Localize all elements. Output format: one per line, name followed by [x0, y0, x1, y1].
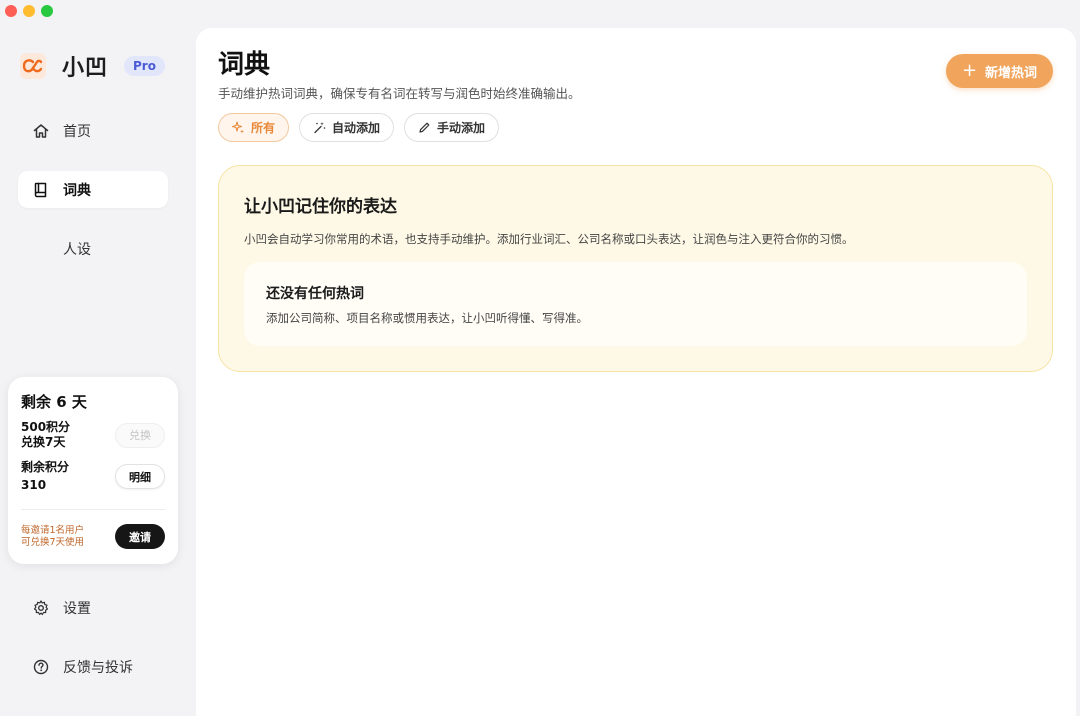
filter-tabs: 所有 自动添加 手动添加 — [218, 113, 500, 142]
remaining-points: 剩余积分 310 — [21, 460, 69, 493]
hero-description: 小凹会自动学习你常用的术语，也支持手动维护。添加行业词汇、公司名称或口头表达，让… — [244, 232, 854, 246]
gear-icon — [32, 599, 50, 617]
plus-icon: + — [961, 60, 978, 81]
filter-label: 手动添加 — [437, 121, 486, 135]
filter-manual-added[interactable]: 手动添加 — [404, 113, 500, 142]
add-hotword-label: 新增热词 — [985, 65, 1038, 81]
remaining-days: 剩余 6 天 — [21, 393, 87, 411]
page-title: 词典 — [218, 50, 271, 80]
details-button[interactable]: 明细 — [115, 464, 165, 489]
divider — [21, 509, 165, 510]
sidebar-item-settings[interactable]: 设置 — [18, 589, 168, 626]
add-hotword-button[interactable]: + 新增热词 — [946, 54, 1053, 88]
invite-promo-line: 每邀请1名用户 — [21, 524, 85, 536]
credits-card: 剩余 6 天 500积分 兑换7天 兑换 剩余积分 310 明细 每邀请1名用户… — [8, 377, 178, 564]
remaining-points-value: 310 — [21, 478, 47, 492]
invite-promo-line: 可兑换7天使用 — [21, 536, 85, 548]
filter-label: 所有 — [251, 121, 276, 135]
pro-badge: Pro — [124, 56, 165, 76]
sidebar-item-home[interactable]: 首页 — [18, 112, 168, 149]
empty-state-panel: 让小凹记住你的表达 小凹会自动学习你常用的术语，也支持手动维护。添加行业词汇、公… — [218, 165, 1053, 372]
invite-row: 每邀请1名用户 可兑换7天使用 邀请 — [21, 524, 165, 549]
sidebar-item-label: 设置 — [63, 600, 91, 617]
book-icon — [32, 181, 50, 199]
redeem-offer: 500积分 兑换7天 — [21, 420, 70, 450]
app-logo-icon — [20, 53, 46, 79]
redeem-offer-points: 500积分 — [21, 420, 71, 434]
empty-state-card: 还没有任何热词 添加公司简称、项目名称或惯用表达，让小凹听得懂、写得准。 — [244, 262, 1027, 346]
sidebar-item-label: 首页 — [63, 123, 91, 140]
brand: 小凹 Pro — [20, 50, 165, 82]
redeem-offer-days: 兑换7天 — [21, 435, 66, 449]
sidebar-item-feedback[interactable]: 反馈与投诉 — [18, 648, 168, 685]
main-panel: 词典 手动维护热词词典，确保专有名词在转写与润色时始终准确输出。 + 新增热词 … — [196, 28, 1076, 716]
app-name: 小凹 — [62, 56, 109, 81]
filter-all[interactable]: 所有 — [218, 113, 290, 142]
pencil-icon — [418, 121, 431, 134]
sidebar-item-label: 反馈与投诉 — [63, 659, 133, 676]
page-subtitle: 手动维护热词词典，确保专有名词在转写与润色时始终准确输出。 — [218, 86, 581, 101]
invite-promo: 每邀请1名用户 可兑换7天使用 — [21, 525, 84, 549]
redeem-row: 500积分 兑换7天 兑换 — [21, 420, 165, 450]
empty-state-title: 还没有任何热词 — [266, 286, 364, 302]
magic-wand-icon — [313, 121, 326, 134]
sidebar: 小凹 Pro 首页 词典 人设 剩余 6 天 500积分 兑换7天 兑换 剩余积… — [0, 0, 196, 716]
sidebar-item-label: 词典 — [63, 182, 91, 199]
filter-auto-added[interactable]: 自动添加 — [299, 113, 395, 142]
sidebar-item-persona[interactable]: 人设 — [18, 230, 168, 267]
remaining-points-label: 剩余积分 — [21, 460, 70, 474]
filter-label: 自动添加 — [332, 121, 381, 135]
sidebar-item-dictionary[interactable]: 词典 — [18, 171, 168, 208]
invite-button[interactable]: 邀请 — [115, 524, 165, 549]
redeem-button[interactable]: 兑换 — [115, 422, 165, 448]
home-icon — [32, 122, 50, 140]
help-circle-icon — [32, 658, 50, 676]
sidebar-item-label: 人设 — [63, 241, 91, 258]
points-row: 剩余积分 310 明细 — [21, 460, 165, 493]
hero-title: 让小凹记住你的表达 — [244, 197, 397, 217]
sparkle-icon — [232, 121, 245, 134]
empty-state-description: 添加公司简称、项目名称或惯用表达，让小凹听得懂、写得准。 — [266, 311, 588, 325]
